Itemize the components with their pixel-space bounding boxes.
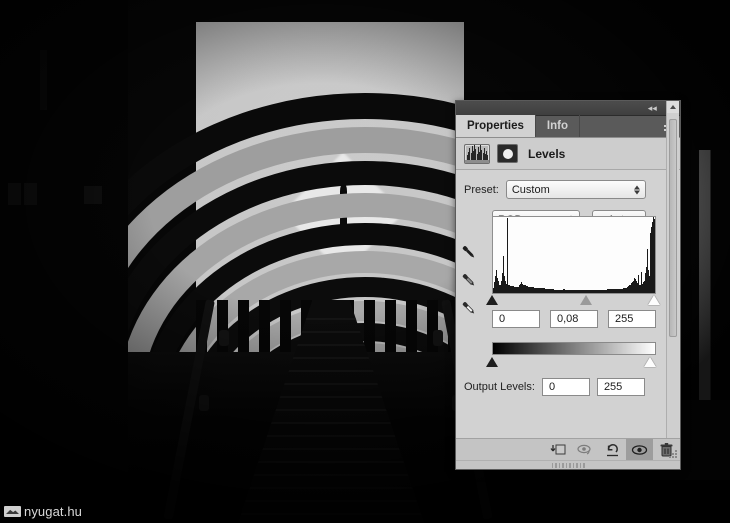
input-levels-sliders <box>492 294 656 307</box>
output-black-field[interactable]: 0 <box>542 378 590 396</box>
panel-body: Preset: Custom RGB Auto <box>456 170 680 444</box>
midtone-input-field[interactable]: 0,08 <box>550 310 598 328</box>
set-gray-point-eyedropper[interactable] <box>460 272 477 289</box>
window-bar <box>280 300 291 360</box>
eyedropper-group <box>460 244 477 317</box>
toggle-visibility-button[interactable] <box>626 439 653 461</box>
stair-tread <box>238 500 424 502</box>
highlight-input-slider[interactable] <box>648 295 660 305</box>
preset-label: Preset: <box>464 184 499 196</box>
panel-footer <box>456 438 680 460</box>
resize-grip-icon <box>669 450 678 459</box>
output-white-field[interactable]: 255 <box>597 378 645 396</box>
output-levels-row: Output Levels: 0 255 <box>464 378 645 396</box>
preset-row: Preset: Custom <box>464 180 672 199</box>
screenshot-root: nyugat.hu ◂◂ ✕ Properties Info Levels Pr… <box>0 0 730 523</box>
preset-stepper-icon <box>634 185 640 194</box>
watermark: nyugat.hu <box>4 504 82 519</box>
watermark-text: nyugat.hu <box>24 504 82 519</box>
stair-tread <box>238 448 424 450</box>
set-white-point-eyedropper[interactable] <box>460 300 477 317</box>
tab-info[interactable]: Info <box>536 115 580 137</box>
highlight-input-field[interactable]: 255 <box>608 310 656 328</box>
scroll-up-icon[interactable] <box>667 101 679 113</box>
collapse-icon[interactable]: ◂◂ <box>648 104 657 113</box>
rail-post-left <box>199 395 209 411</box>
preset-select[interactable]: Custom <box>506 180 646 199</box>
properties-panel[interactable]: ◂◂ ✕ Properties Info Levels Preset: Cust… <box>455 100 681 470</box>
clip-to-layer-button[interactable] <box>545 439 572 461</box>
scrollbar-thumb[interactable] <box>669 119 677 337</box>
rail-post-right-2 <box>433 330 443 346</box>
shadow-input-field[interactable]: 0 <box>492 310 540 328</box>
left-wall <box>0 0 128 523</box>
layer-mask-icon[interactable] <box>497 144 518 163</box>
tab-properties[interactable]: Properties <box>456 115 536 137</box>
stair-tread <box>238 474 424 476</box>
panel-tab-bar: Properties Info <box>456 116 680 138</box>
window-bar <box>259 300 270 360</box>
window-bar <box>238 300 249 360</box>
output-white-slider[interactable] <box>644 357 656 367</box>
adjustment-title: Levels <box>528 147 565 161</box>
panel-titlebar: ◂◂ ✕ <box>456 101 680 116</box>
levels-histogram-icon[interactable] <box>464 144 490 164</box>
stair-tread <box>238 513 424 515</box>
preview-previous-state-button[interactable] <box>572 439 599 461</box>
reset-button[interactable] <box>599 439 626 461</box>
shadow-input-slider[interactable] <box>486 295 498 305</box>
panel-resize-handle[interactable] <box>456 460 680 469</box>
input-levels-fields: 0 0,08 255 <box>492 310 656 328</box>
stair-tread <box>238 487 424 489</box>
output-black-slider[interactable] <box>486 357 498 367</box>
midtone-input-slider[interactable] <box>580 295 592 305</box>
preset-value: Custom <box>512 184 550 196</box>
rail-post-left-2 <box>219 330 229 346</box>
set-black-point-eyedropper[interactable] <box>460 244 477 261</box>
stair-tread <box>238 461 424 463</box>
nyugat-logo-icon <box>4 506 21 517</box>
levels-histogram <box>492 216 656 294</box>
adjustment-header: Levels <box>456 138 680 170</box>
output-levels-gradient <box>492 342 656 355</box>
panel-scrollbar[interactable] <box>666 101 679 469</box>
output-levels-sliders <box>492 356 656 368</box>
window-bar <box>385 300 396 360</box>
window-bar <box>406 300 417 360</box>
output-levels-label: Output Levels: <box>464 381 535 393</box>
